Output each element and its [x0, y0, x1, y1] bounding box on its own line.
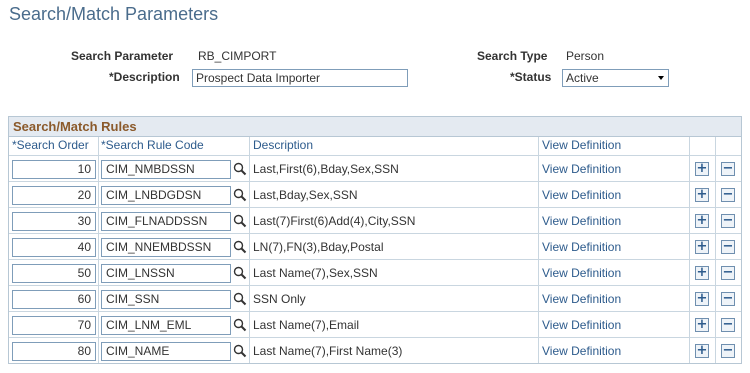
status-selected-value: Active: [566, 71, 599, 85]
view-definition-link[interactable]: View Definition: [542, 240, 621, 254]
table-row: 60 CIM_SSN SSN Only View Definition + −: [9, 285, 741, 311]
add-row-icon[interactable]: +: [695, 240, 709, 254]
add-row-icon[interactable]: +: [695, 214, 709, 228]
table-row: 10 CIM_NMBDSSN Last,First(6),Bday,Sex,SSN V…: [9, 155, 741, 181]
add-row-icon[interactable]: +: [695, 292, 709, 306]
view-definition-link[interactable]: View Definition: [542, 344, 621, 358]
search-icon[interactable]: [233, 266, 247, 280]
status-label: *Status: [510, 70, 552, 84]
description-field[interactable]: Prospect Data Importer: [192, 69, 408, 87]
search-parameter-label: Search Parameter: [71, 49, 174, 63]
rule-description: Last Name(7),Email: [253, 318, 360, 332]
search-rule-code-input[interactable]: CIM_LNSSN: [101, 264, 231, 283]
grid-header-row: *Search Order *Search Rule Code Descript…: [9, 137, 741, 154]
search-rule-code-input[interactable]: CIM_LNBDGDSN: [101, 186, 231, 205]
search-icon[interactable]: [233, 292, 247, 306]
search-icon[interactable]: [233, 188, 247, 202]
rule-description: Last,First(6),Bday,Sex,SSN: [253, 162, 399, 176]
view-definition-link[interactable]: View Definition: [542, 266, 621, 280]
search-parameter-value: RB_CIMPORT: [198, 49, 277, 63]
search-rule-code-input[interactable]: CIM_FLNADDSSN: [101, 212, 231, 231]
search-icon[interactable]: [233, 344, 247, 358]
search-icon[interactable]: [233, 162, 247, 176]
search-icon[interactable]: [233, 240, 247, 254]
search-order-input[interactable]: 30: [12, 212, 96, 231]
search-rule-code-input[interactable]: CIM_SSN: [101, 290, 231, 309]
header-search-rule-code: *Search Rule Code: [101, 138, 204, 152]
view-definition-link[interactable]: View Definition: [542, 162, 621, 176]
add-row-icon[interactable]: +: [695, 188, 709, 202]
add-row-icon[interactable]: +: [695, 344, 709, 358]
remove-row-icon[interactable]: −: [721, 318, 735, 332]
rule-description: SSN Only: [253, 292, 306, 306]
header-description: Description: [253, 138, 314, 152]
search-order-input[interactable]: 40: [12, 238, 96, 257]
view-definition-link[interactable]: View Definition: [542, 318, 621, 332]
search-rule-code-input[interactable]: CIM_LNM_EML: [101, 316, 231, 335]
search-type-label: Search Type: [477, 49, 548, 63]
add-row-icon[interactable]: +: [695, 266, 709, 280]
table-row: 70 CIM_LNM_EML Last Name(7),Email View Defi…: [9, 311, 741, 337]
search-icon[interactable]: [233, 318, 247, 332]
table-row: 20 CIM_LNBDGDSN Last,Bday,Sex,SSN View Defi…: [9, 181, 741, 207]
add-row-icon[interactable]: +: [695, 162, 709, 176]
remove-row-icon[interactable]: −: [721, 292, 735, 306]
grid-title-bar: Search/Match Rules: [9, 117, 741, 137]
description-label: *Description: [109, 70, 180, 84]
remove-row-icon[interactable]: −: [721, 214, 735, 228]
rule-description: Last(7)First(6)Add(4),City,SSN: [253, 214, 416, 228]
search-rule-code-input[interactable]: CIM_NAME: [101, 342, 231, 361]
search-order-input[interactable]: 70: [12, 316, 96, 335]
search-rule-code-input[interactable]: CIM_NMBDSSN: [101, 160, 231, 179]
rule-description: Last Name(7),First Name(3): [253, 344, 403, 358]
header-search-order: *Search Order: [12, 138, 89, 152]
rule-description: Last,Bday,Sex,SSN: [253, 188, 358, 202]
remove-row-icon[interactable]: −: [721, 162, 735, 176]
search-rule-code-input[interactable]: CIM_NNEMBDSSN: [101, 238, 231, 257]
status-select[interactable]: Active: [562, 69, 669, 87]
chevron-down-icon: [658, 76, 664, 80]
table-row: 50 CIM_LNSSN Last Name(7),Sex,SSN View Defi…: [9, 259, 741, 285]
search-order-input[interactable]: 50: [12, 264, 96, 283]
rule-description: Last Name(7),Sex,SSN: [253, 266, 378, 280]
table-row: 80 CIM_NAME Last Name(7),First Name(3) View…: [9, 337, 741, 363]
view-definition-link[interactable]: View Definition: [542, 214, 621, 228]
page-title: Search/Match Parameters: [9, 4, 219, 24]
rule-description: LN(7),FN(3),Bday,Postal: [253, 240, 384, 254]
search-type-value: Person: [566, 49, 605, 63]
table-row: 30 CIM_FLNADDSSN Last(7)First(6)Add(4),Cit…: [9, 207, 741, 233]
add-row-icon[interactable]: +: [695, 318, 709, 332]
remove-row-icon[interactable]: −: [721, 240, 735, 254]
search-match-rules-grid: Search/Match Rules *Search Order *Search…: [8, 116, 742, 364]
search-order-input[interactable]: 10: [12, 160, 96, 179]
search-order-input[interactable]: 20: [12, 186, 96, 205]
remove-row-icon[interactable]: −: [721, 344, 735, 358]
view-definition-link[interactable]: View Definition: [542, 292, 621, 306]
search-icon[interactable]: [233, 214, 247, 228]
table-row: 40 CIM_NNEMBDSSN LN(7),FN(3),Bday,Postal Vi…: [9, 233, 741, 259]
remove-row-icon[interactable]: −: [721, 188, 735, 202]
search-order-input[interactable]: 60: [12, 290, 96, 309]
remove-row-icon[interactable]: −: [721, 266, 735, 280]
header-view-definition: View Definition: [542, 138, 622, 152]
grid-title: Search/Match Rules: [13, 119, 137, 134]
view-definition-link[interactable]: View Definition: [542, 188, 621, 202]
search-order-input[interactable]: 80: [12, 342, 96, 361]
